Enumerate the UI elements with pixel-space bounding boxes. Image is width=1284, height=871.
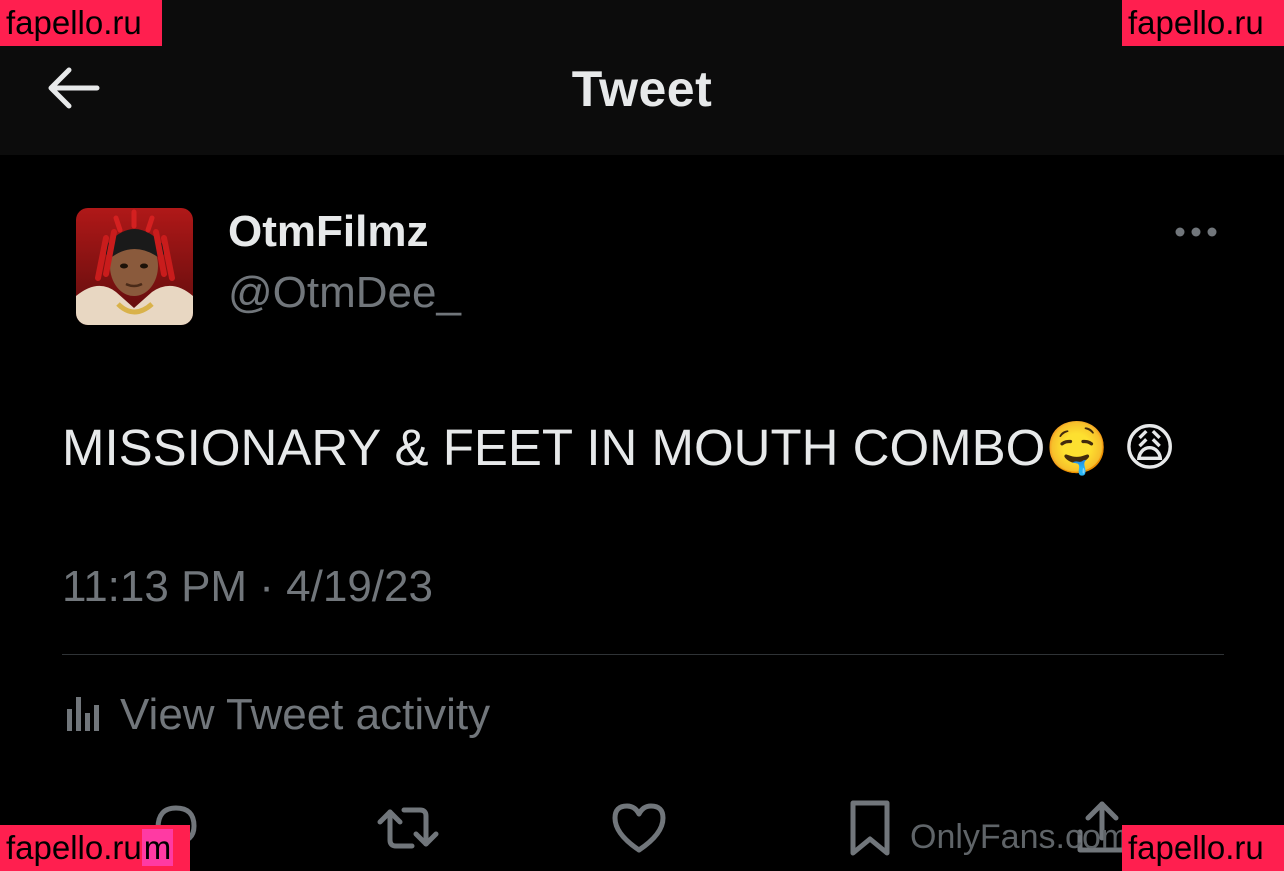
avatar[interactable] bbox=[76, 208, 193, 325]
watermark-bottom-right: fapello.ru bbox=[1122, 825, 1284, 871]
retweet-icon bbox=[376, 798, 440, 863]
onlyfans-watermark: OnlyFans.com bbox=[910, 818, 1130, 856]
like-button[interactable] bbox=[605, 796, 673, 864]
view-tweet-activity-link[interactable]: View Tweet activity bbox=[62, 690, 490, 740]
bookmark-icon bbox=[845, 797, 895, 864]
tweet-text: MISSIONARY & FEET IN MOUTH COMBO🤤 😩 bbox=[62, 419, 1177, 476]
divider bbox=[62, 654, 1224, 655]
more-options-button[interactable] bbox=[1168, 216, 1224, 252]
top-bar: Tweet bbox=[0, 0, 1284, 155]
bookmark-button[interactable] bbox=[836, 796, 904, 864]
tweet-detail-page: Tweet OtmFilmz @OtmDee_ MISSIONARY & FEE… bbox=[0, 0, 1284, 871]
bar-chart-icon bbox=[62, 693, 102, 738]
page-title: Tweet bbox=[571, 61, 713, 117]
watermark-bottom-left-text: fapello.ru bbox=[6, 829, 142, 866]
display-name[interactable]: OtmFilmz bbox=[228, 207, 428, 257]
watermark-top-left: fapello.ru bbox=[0, 0, 162, 46]
activity-label: View Tweet activity bbox=[120, 690, 491, 739]
like-icon bbox=[609, 800, 669, 861]
watermark-bottom-left: fapello.rum bbox=[0, 825, 190, 871]
retweet-button[interactable] bbox=[374, 796, 442, 864]
tweet-timestamp[interactable]: 11:13 PM · 4/19/23 bbox=[62, 562, 433, 612]
watermark-bottom-left-suffix: m bbox=[141, 829, 174, 866]
more-dots-icon bbox=[1174, 225, 1218, 243]
watermark-top-right: fapello.ru bbox=[1122, 0, 1284, 46]
user-handle[interactable]: @OtmDee_ bbox=[228, 268, 461, 318]
